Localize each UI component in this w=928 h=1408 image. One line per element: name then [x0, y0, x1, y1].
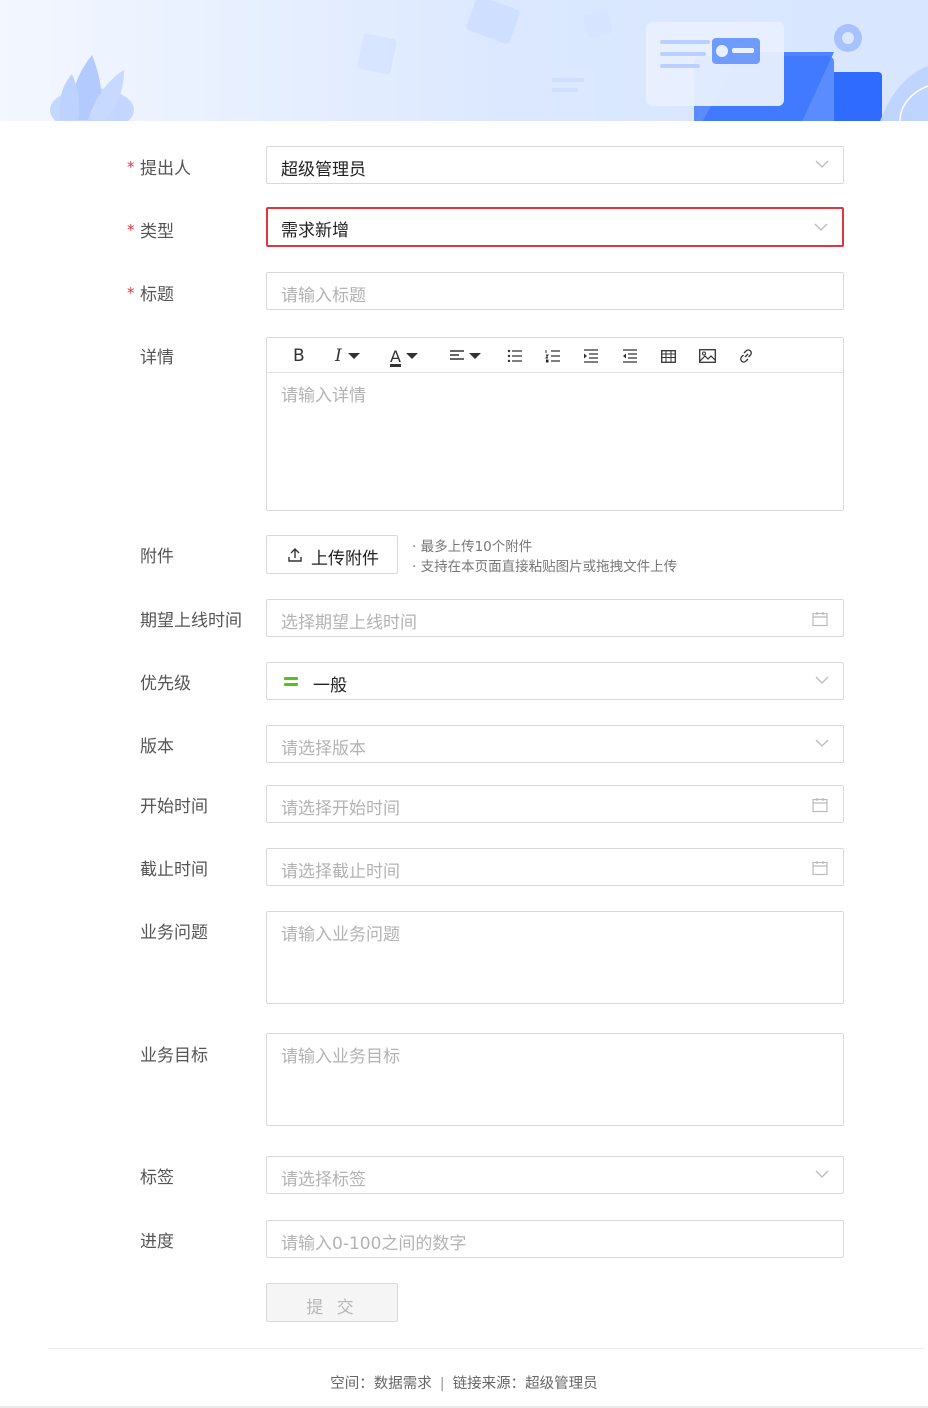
progress-input[interactable]: 请输入0-100之间的数字 [266, 1220, 844, 1258]
chevron-down-icon [815, 676, 829, 684]
calendar-icon [812, 861, 828, 876]
title-input[interactable]: 请输入标题 [266, 272, 844, 310]
type-label: 类型 [140, 222, 174, 242]
footer-divider [48, 1348, 924, 1349]
attachment-label: 附件 [140, 547, 174, 567]
footer: 空间：数据需求 | 链接来源：超级管理员 [0, 1372, 928, 1393]
priority-value: 一般 [313, 676, 347, 696]
link-icon[interactable] [738, 345, 754, 367]
type-value: 需求新增 [281, 221, 349, 241]
business-goal-label: 业务目标 [140, 1046, 208, 1066]
italic-icon[interactable]: I [335, 345, 360, 367]
progress-label: 进度 [140, 1232, 174, 1252]
upload-icon [288, 548, 302, 562]
caret-down-icon [347, 353, 360, 359]
proposer-select[interactable]: 超级管理员 [266, 146, 844, 184]
progress-placeholder: 请输入0-100之间的数字 [281, 1234, 467, 1254]
expected-online-placeholder: 选择期望上线时间 [281, 613, 417, 633]
title-placeholder: 请输入标题 [281, 286, 366, 306]
required-mark: * [127, 284, 135, 302]
proposer-value: 超级管理员 [281, 160, 366, 180]
start-time-date-picker[interactable]: 请选择开始时间 [266, 785, 844, 823]
tags-label: 标签 [140, 1168, 174, 1188]
header-banner [0, 0, 928, 121]
chevron-down-icon [815, 160, 829, 168]
business-goal-placeholder: 请输入业务目标 [281, 1047, 400, 1067]
proposer-label: 提出人 [140, 159, 191, 179]
detail-editor[interactable]: B I A 请输入详情 [266, 337, 844, 511]
editor-toolbar: B I A [267, 338, 843, 373]
end-time-date-picker[interactable]: 请选择截止时间 [266, 848, 844, 886]
priority-normal-icon [284, 677, 298, 686]
bullet-list-icon[interactable] [507, 345, 523, 367]
business-goal-textarea[interactable]: 请输入业务目标 [266, 1033, 844, 1126]
priority-label: 优先级 [140, 674, 191, 694]
footer-source: 链接来源：超级管理员 [452, 1376, 598, 1392]
end-time-placeholder: 请选择截止时间 [281, 862, 400, 882]
font-color-icon[interactable]: A [390, 345, 418, 367]
attachment-hint: · 支持在本页面直接粘贴图片或拖拽文件上传 [412, 559, 678, 575]
footer-separator: | [439, 1376, 445, 1392]
upload-button-label: 上传附件 [311, 549, 379, 569]
caret-down-icon [405, 353, 418, 359]
version-select[interactable]: 请选择版本 [266, 725, 844, 763]
start-time-label: 开始时间 [140, 797, 208, 817]
start-time-placeholder: 请选择开始时间 [281, 799, 400, 819]
calendar-icon [812, 798, 828, 813]
outdent-icon[interactable] [622, 345, 638, 367]
submit-button[interactable]: 提 交 [266, 1283, 398, 1322]
ordered-list-icon[interactable] [545, 345, 561, 367]
chevron-down-icon [815, 739, 829, 747]
upload-attachment-button[interactable]: 上传附件 [266, 535, 398, 574]
business-problem-label: 业务问题 [140, 923, 208, 943]
priority-select[interactable]: 一般 [266, 662, 844, 700]
detail-label: 详情 [140, 348, 174, 368]
table-icon[interactable] [661, 345, 676, 367]
caret-down-icon [469, 353, 481, 359]
expected-online-label: 期望上线时间 [140, 611, 242, 631]
business-problem-placeholder: 请输入业务问题 [281, 925, 400, 945]
footer-space: 空间：数据需求 [330, 1376, 432, 1392]
version-placeholder: 请选择版本 [281, 739, 366, 759]
expected-online-date-picker[interactable]: 选择期望上线时间 [266, 599, 844, 637]
align-icon[interactable] [449, 345, 481, 367]
banner-illustration [50, 0, 928, 121]
title-label: 标题 [140, 285, 174, 305]
chevron-down-icon [814, 223, 828, 231]
required-mark: * [127, 221, 135, 239]
version-label: 版本 [140, 737, 174, 757]
tags-placeholder: 请选择标签 [281, 1170, 366, 1190]
chevron-down-icon [815, 1170, 829, 1178]
bold-icon[interactable]: B [293, 345, 305, 367]
indent-icon[interactable] [583, 345, 599, 367]
submit-label: 提 交 [306, 1298, 358, 1318]
end-time-label: 截止时间 [140, 860, 208, 880]
required-mark: * [127, 158, 135, 176]
detail-placeholder: 请输入详情 [281, 386, 366, 406]
type-select[interactable]: 需求新增 [266, 207, 844, 247]
attachment-hint: · 最多上传10个附件 [412, 539, 533, 555]
image-icon[interactable] [699, 345, 716, 367]
business-problem-textarea[interactable]: 请输入业务问题 [266, 911, 844, 1004]
calendar-icon [812, 612, 828, 627]
tags-select[interactable]: 请选择标签 [266, 1156, 844, 1194]
